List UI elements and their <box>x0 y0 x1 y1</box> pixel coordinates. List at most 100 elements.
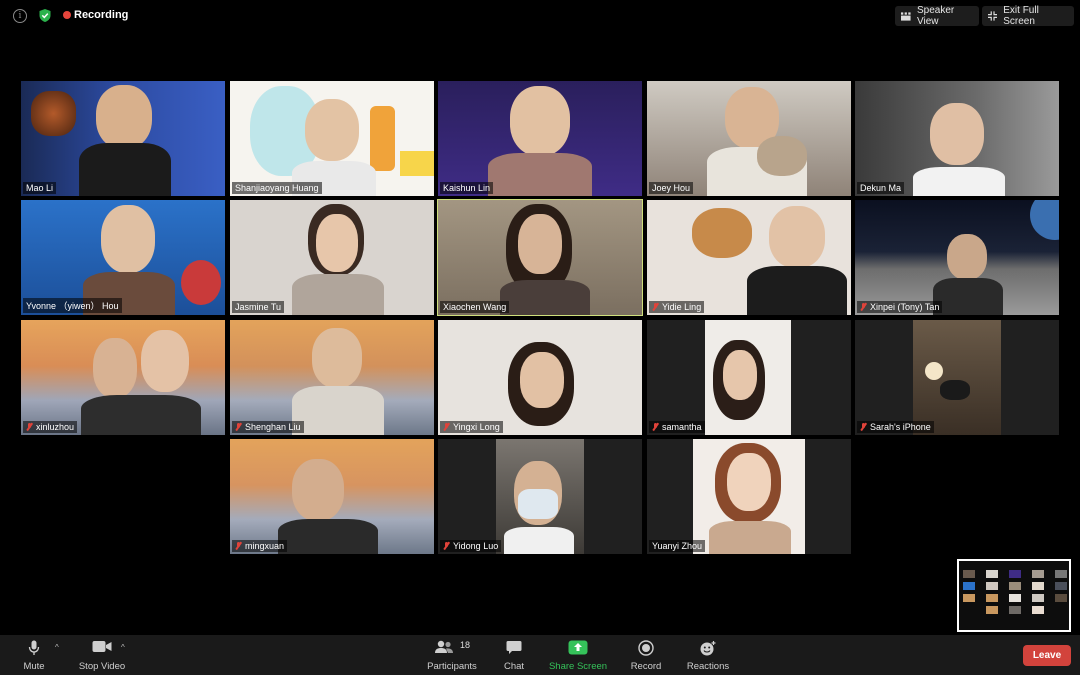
video-camera-icon <box>92 641 112 652</box>
info-icon[interactable]: i <box>13 9 27 23</box>
chat-bubble-icon <box>506 641 522 654</box>
mini-tile <box>1032 606 1044 614</box>
participants-button[interactable]: 18 Participants <box>424 635 480 675</box>
mini-tile <box>1009 594 1021 602</box>
stop-video-label: Stop Video <box>78 661 126 672</box>
mic-muted-icon <box>443 423 450 431</box>
face <box>312 328 362 388</box>
participant-name: Mao Li <box>23 182 57 194</box>
participant-name: Jasmine Tu <box>232 301 285 313</box>
participant-name: xinluzhou <box>23 421 78 433</box>
mini-tile <box>1032 570 1044 578</box>
mini-tile <box>1055 594 1067 602</box>
face <box>316 214 358 272</box>
mini-tile <box>1009 570 1021 578</box>
participant-name: Xiaochen Wang <box>440 301 510 313</box>
face <box>769 206 825 268</box>
participant-tile[interactable]: Yidong Luo <box>438 439 642 554</box>
lamp-light <box>925 362 943 380</box>
stop-video-button[interactable]: Stop Video <box>74 635 130 675</box>
mini-tile <box>1055 582 1067 590</box>
chat-label: Chat <box>503 661 525 672</box>
face <box>305 99 359 161</box>
microphone-icon <box>28 640 40 655</box>
speaker-view-button[interactable]: Speaker View <box>895 5 979 27</box>
exit-full-screen-label: Exit Full Screen <box>1003 5 1039 27</box>
participant-tile[interactable]: Xinpei (Tony) Tan <box>855 200 1059 315</box>
participant-name: Yingxi Long <box>440 421 503 433</box>
participant-tile[interactable]: Yvonne （yiwen） Hou <box>21 200 225 315</box>
exit-full-screen-button[interactable]: Exit Full Screen <box>982 5 1074 27</box>
participant-tile[interactable]: Sarah's iPhone <box>855 320 1059 435</box>
video-feed <box>913 320 1001 435</box>
participant-name: Kaishun Lin <box>440 182 494 194</box>
participant-tile[interactable]: Kaishun Lin <box>438 81 642 196</box>
participant-name: Shanjiaoyang Huang <box>232 182 322 194</box>
mini-tile <box>963 570 975 578</box>
mini-tile <box>1009 606 1021 614</box>
mini-tile <box>1055 570 1067 578</box>
record-label: Record <box>630 661 662 672</box>
mute-label: Mute <box>23 661 45 672</box>
background-decor <box>370 106 395 171</box>
mini-tile <box>986 606 998 614</box>
participant-tile[interactable]: Mao Li <box>21 81 225 196</box>
mic-muted-icon <box>652 303 659 311</box>
meeting-toolbar: Mute ^ Stop Video ^ 18 Participants Chat… <box>0 635 1080 675</box>
self-view-thumbnail[interactable] <box>957 559 1071 632</box>
participant-tile[interactable]: Yingxi Long <box>438 320 642 435</box>
participant-tile[interactable]: xinluzhou <box>21 320 225 435</box>
participant-name: Yvonne （yiwen） Hou <box>23 298 122 313</box>
record-icon <box>638 640 654 656</box>
shield-icon[interactable] <box>38 8 52 23</box>
shirt <box>747 266 847 315</box>
chat-button[interactable]: Chat <box>496 635 532 675</box>
record-button[interactable]: Record <box>626 635 666 675</box>
face <box>727 453 771 511</box>
shirt <box>500 280 590 315</box>
participant-name: Shenghan Liu <box>232 421 304 433</box>
share-screen-button[interactable]: Share Screen <box>546 635 610 675</box>
reactions-button[interactable]: Reactions <box>684 635 732 675</box>
participant-tile[interactable]: Joey Hou <box>647 81 851 196</box>
participant-tile[interactable]: samantha <box>647 320 851 435</box>
participant-tile[interactable]: Shanjiaoyang Huang <box>230 81 434 196</box>
background-decor <box>400 151 434 176</box>
mini-tile <box>986 582 998 590</box>
recording-dot-icon <box>63 11 71 19</box>
participant-name: Yidie Ling <box>649 301 705 313</box>
participant-tile[interactable]: Shenghan Liu <box>230 320 434 435</box>
mic-muted-icon <box>860 303 867 311</box>
exit-fullscreen-icon <box>988 11 998 21</box>
leave-button[interactable]: Leave <box>1023 645 1071 666</box>
participant-name: Dekun Ma <box>857 182 905 194</box>
participants-icon <box>435 640 453 653</box>
mini-tile <box>963 594 975 602</box>
smiley-icon <box>700 641 716 656</box>
face <box>930 103 984 165</box>
background-decor <box>181 260 221 305</box>
meeting-top-bar: i Recording Speaker View Exit Full Scree… <box>0 0 1080 32</box>
participant-tile[interactable]: mingxuan <box>230 439 434 554</box>
face <box>518 214 562 274</box>
participant-tile[interactable]: Dekun Ma <box>855 81 1059 196</box>
participant-tile[interactable]: Yidie Ling <box>647 200 851 315</box>
audio-options-chevron-icon[interactable]: ^ <box>55 643 59 652</box>
recording-label: Recording <box>74 9 129 21</box>
mic-muted-icon <box>652 423 659 431</box>
shirt <box>292 386 384 435</box>
shirt <box>488 153 592 196</box>
participant-tile-active-speaker[interactable]: Xiaochen Wang <box>437 199 643 316</box>
participant-tile[interactable]: Jasmine Tu <box>230 200 434 315</box>
video-options-chevron-icon[interactable]: ^ <box>121 643 125 652</box>
participants-count-badge: 18 <box>460 640 471 650</box>
participant-name: mingxuan <box>232 540 288 552</box>
mic-muted-icon <box>860 423 867 431</box>
reactions-label: Reactions <box>686 661 730 672</box>
mute-button[interactable]: Mute <box>14 635 54 675</box>
participant-tile[interactable]: Yuanyi Zhou <box>647 439 851 554</box>
mini-tile <box>1009 582 1021 590</box>
mini-tile <box>1032 594 1044 602</box>
face <box>723 350 757 400</box>
mic-muted-icon <box>26 423 33 431</box>
